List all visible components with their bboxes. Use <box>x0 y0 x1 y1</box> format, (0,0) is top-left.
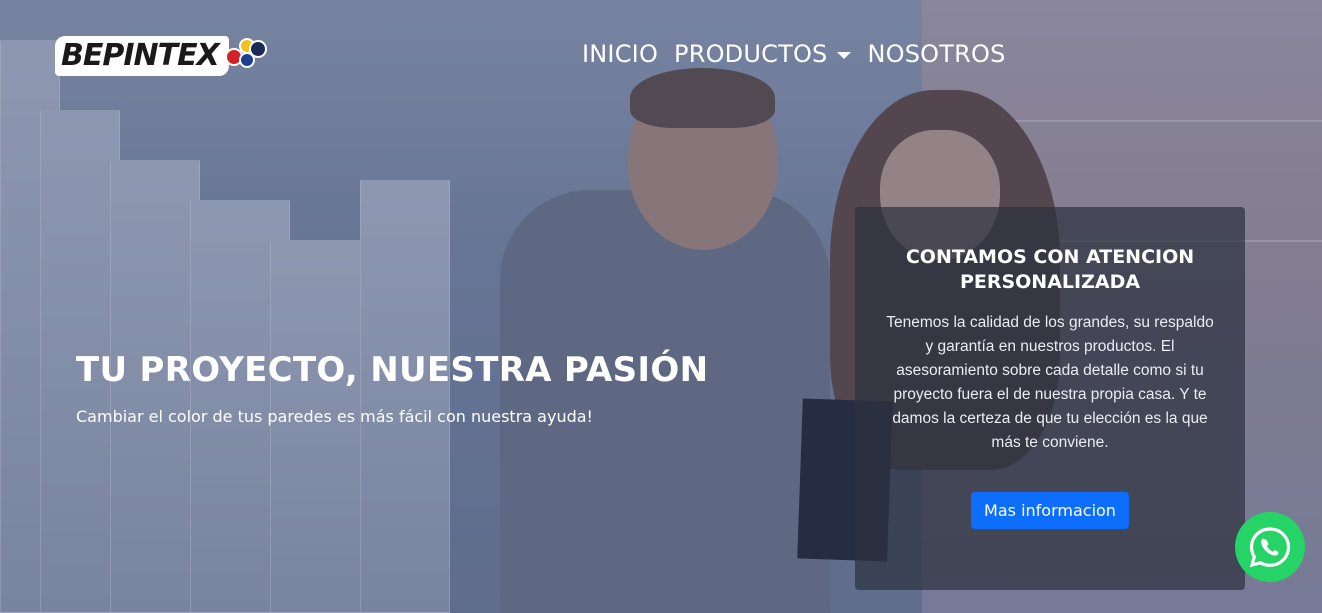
nav-inicio[interactable]: INICIO <box>582 40 658 68</box>
nav-productos[interactable]: PRODUCTOS <box>674 40 827 68</box>
card-title: CONTAMOS CON ATENCION PERSONALIZADA <box>905 246 1195 293</box>
hero-subtitle: Cambiar el color de tus paredes es más f… <box>76 407 593 426</box>
nav-productos-dropdown[interactable]: PRODUCTOS <box>674 40 852 68</box>
hero-title: TU PROYECTO, NUESTRA PASIÓN <box>76 350 709 390</box>
logo-wordmark: BEPINTEX <box>55 36 229 76</box>
logo-dots-icon <box>223 36 267 76</box>
brand-logo[interactable]: BEPINTEX <box>55 33 267 79</box>
main-nav: INICIO PRODUCTOS NOSOTROS <box>582 40 1006 68</box>
info-card: CONTAMOS CON ATENCION PERSONALIZADA Tene… <box>855 207 1245 590</box>
card-description: Tenemos la calidad de los grandes, su re… <box>886 314 1214 451</box>
nav-nosotros[interactable]: NOSOTROS <box>867 40 1005 68</box>
whatsapp-icon <box>1249 527 1291 568</box>
more-info-button[interactable]: Mas informacion <box>971 492 1129 529</box>
whatsapp-button[interactable] <box>1235 512 1305 582</box>
chevron-down-icon[interactable] <box>837 51 852 59</box>
